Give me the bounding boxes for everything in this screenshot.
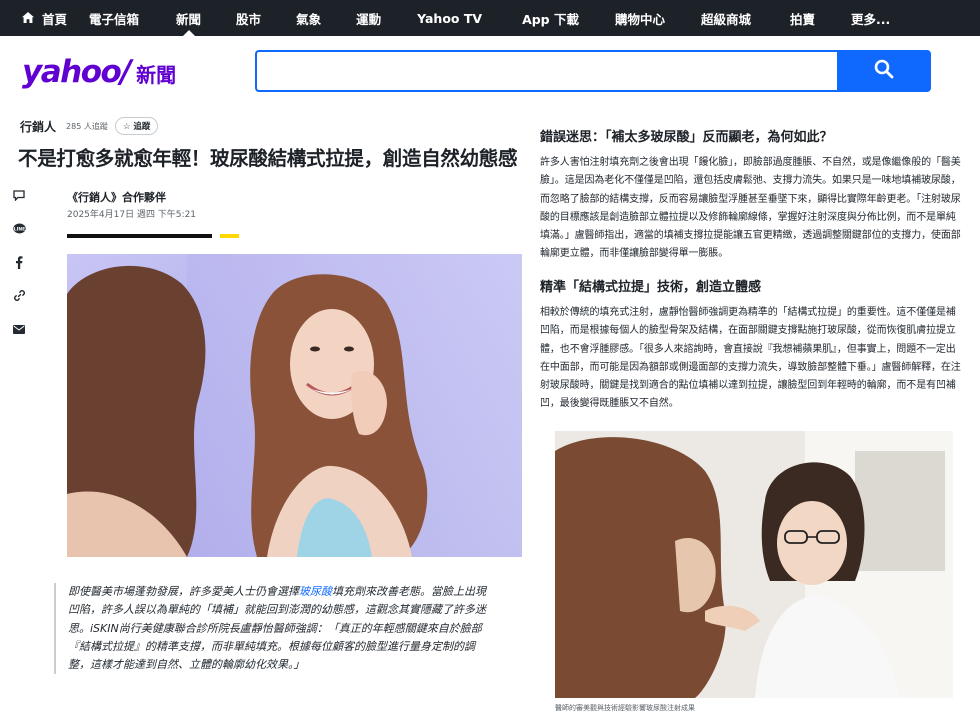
nav-item-label: 超級商城	[701, 11, 752, 27]
nav-item-stock[interactable]: 股市	[236, 0, 261, 36]
publisher-name[interactable]: 行銷人	[20, 118, 56, 135]
link-icon[interactable]	[12, 289, 26, 303]
doctor-consultation-image	[555, 431, 953, 698]
svg-text:LINE: LINE	[13, 226, 24, 232]
section-paragraph-2: 相較於傳統的填充式注射，盧靜怡醫師強調更為精準的「結構式拉提」的重要性。這不僅僅…	[540, 307, 961, 410]
follow-label: 追蹤	[133, 122, 151, 132]
nav-item-label: 電子信箱	[89, 11, 140, 27]
nav-item-label: 運動	[356, 11, 382, 27]
site-header: yahoo/ 新聞	[0, 36, 980, 106]
author-name[interactable]: 《行銷人》合作夥伴	[67, 189, 166, 205]
nav-item-label: 新聞	[176, 11, 202, 27]
nav-item-shopping[interactable]: 購物中心	[615, 0, 665, 36]
nav-item-tv[interactable]: Yahoo TV	[417, 0, 482, 36]
divider-bar	[67, 234, 212, 238]
publish-date: 2025年4月17日 週四 下午5:21	[67, 210, 197, 220]
nav-item-label: Yahoo TV	[417, 10, 483, 26]
nav-item-more[interactable]: 更多...	[851, 0, 890, 36]
nav-item-mail[interactable]: 電子信箱	[89, 0, 139, 36]
publisher-row: 行銷人 285 人追蹤 ☆ 追蹤	[20, 117, 159, 135]
hero-image-woman-mirror	[67, 254, 522, 557]
nav-item-news[interactable]: 新聞	[176, 0, 201, 36]
logo-section-name: 新聞	[136, 63, 177, 87]
nav-item-label: 更多...	[851, 11, 891, 27]
section-paragraph-1: 許多人害怕注射填充劑之後會出現「饅化臉」，即臉部過度腫脹、不自然，或是像繼像般的…	[540, 157, 961, 260]
nav-item-label: 首頁	[42, 11, 68, 27]
divider-accent	[220, 234, 239, 238]
hyaluronic-acid-link[interactable]: 玻尿酸	[299, 585, 332, 598]
section-heading-1: 錯誤迷思：「補太多玻尿酸」反而顯老，為何如此？	[540, 130, 833, 145]
article-title: 不是打愈多就愈年輕！玻尿酸結構式拉提，創造自然幼態感	[18, 147, 518, 170]
nav-item-label: 股市	[236, 11, 262, 27]
search-icon	[874, 59, 894, 83]
nav-item-sports[interactable]: 運動	[356, 0, 381, 36]
follow-button[interactable]: ☆ 追蹤	[114, 117, 159, 135]
nav-item-auction[interactable]: 拍賣	[790, 0, 815, 36]
image-caption: 醫師的審美觀與技術經驗影響玻尿酸注射成果	[555, 704, 695, 712]
nav-item-label: 拍賣	[790, 11, 816, 27]
follower-count: 285 人追蹤	[66, 121, 108, 131]
nav-item-home[interactable]: 首頁	[22, 0, 67, 36]
yahoo-news-logo[interactable]: yahoo/ 新聞	[22, 54, 176, 90]
nav-item-weather[interactable]: 氣象	[296, 0, 321, 36]
share-bar: LINE	[12, 188, 28, 356]
nav-item-label: App 下載	[522, 11, 579, 27]
nav-item-label: 氣象	[296, 11, 322, 27]
lead-text-before: 即使醫美市場蓬勃發展，許多愛美人士仍會選擇	[68, 585, 299, 598]
nav-item-app[interactable]: App 下載	[522, 0, 579, 36]
facebook-icon[interactable]	[12, 255, 26, 269]
search-input[interactable]	[255, 50, 837, 92]
comment-icon[interactable]	[12, 188, 26, 202]
top-nav: 首頁 電子信箱 新聞 股市 氣象 運動 Yahoo TV App 下載 購物中心…	[0, 0, 980, 36]
nav-item-mall[interactable]: 超級商城	[701, 0, 751, 36]
star-icon: ☆	[122, 122, 131, 132]
nav-item-label: 購物中心	[614, 11, 665, 27]
home-icon	[22, 11, 34, 26]
search-button[interactable]	[837, 50, 931, 92]
article-lead-quote: 即使醫美市場蓬勃發展，許多愛美人士仍會選擇玻尿酸填充劑來改善老態。當臉上出現凹陷…	[54, 583, 494, 675]
logo-wordmark: yahoo/	[22, 54, 132, 90]
mail-icon[interactable]	[12, 322, 26, 336]
line-icon[interactable]: LINE	[12, 222, 26, 236]
section-heading-2: 精準「結構式拉提」技術，創造立體感	[540, 280, 762, 295]
